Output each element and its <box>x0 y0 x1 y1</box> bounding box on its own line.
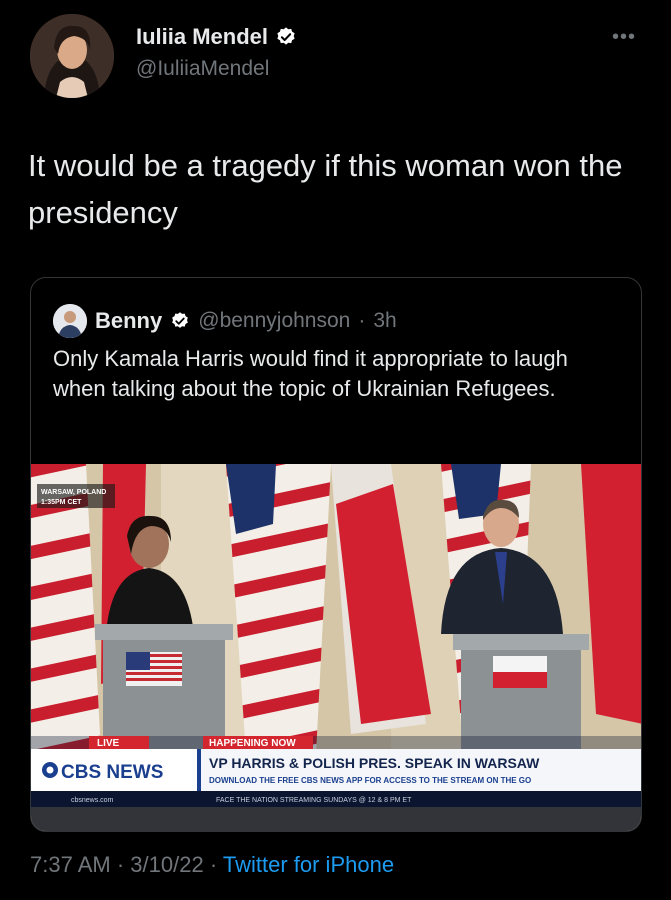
quoted-header: Benny @bennyjohnson · 3h <box>53 304 397 338</box>
verified-badge-icon <box>172 312 189 328</box>
quoted-handle[interactable]: @bennyjohnson <box>198 309 350 333</box>
profile-photo-icon <box>53 304 87 338</box>
overlay-network: CBS NEWS <box>61 762 163 783</box>
overlay-location: WARSAW, POLAND <box>41 489 106 496</box>
meta-separator: · <box>209 852 218 877</box>
quoted-text: Only Kamala Harris would find it appropr… <box>53 346 568 401</box>
tweet-time[interactable]: 7:37 AM <box>30 852 111 877</box>
overlay-live: LIVE <box>97 738 120 749</box>
video-thumbnail[interactable]: WARSAW, POLAND 1:35PM CET LIVE HAPPENING… <box>31 464 641 831</box>
profile-photo-icon <box>30 14 114 98</box>
quoted-age[interactable]: 3h <box>373 309 396 333</box>
author-avatar[interactable] <box>30 14 114 98</box>
quoted-separator: · <box>358 309 366 332</box>
news-broadcast-frame: WARSAW, POLAND 1:35PM CET LIVE HAPPENING… <box>31 464 641 831</box>
overlay-tag: HAPPENING NOW <box>209 738 296 749</box>
tweet-meta: 7:37 AM · 3/10/22 · Twitter for iPhone <box>30 852 394 878</box>
overlay-headline: VP HARRIS & POLISH PRES. SPEAK IN WARSAW <box>209 755 540 771</box>
quoted-tweet-card[interactable]: Benny @bennyjohnson · 3h Only Kamala Har… <box>30 277 642 832</box>
overlay-website: cbsnews.com <box>71 797 114 804</box>
overlay-ticker: FACE THE NATION STREAMING SUNDAYS @ 12 &… <box>216 797 412 804</box>
author-display-name[interactable]: Iuliia Mendel <box>136 24 268 50</box>
more-options-icon[interactable]: ••• <box>612 26 636 49</box>
verified-badge-icon <box>277 27 295 45</box>
quoted-display-name[interactable]: Benny <box>95 308 162 334</box>
overlay-time: 1:35PM CET <box>41 499 82 506</box>
author-name-row: Iuliia Mendel <box>136 24 297 50</box>
tweet-text: It would be a tragedy if this woman won … <box>28 148 623 230</box>
overlay-subline: DOWNLOAD THE FREE CBS NEWS APP FOR ACCES… <box>209 776 531 785</box>
author-handle[interactable]: @IuliiaMendel <box>136 57 269 81</box>
tweet-date[interactable]: 3/10/22 <box>130 852 203 877</box>
meta-separator: · <box>116 852 125 877</box>
quoted-avatar <box>53 304 87 338</box>
tweet-source-link[interactable]: Twitter for iPhone <box>223 852 394 877</box>
